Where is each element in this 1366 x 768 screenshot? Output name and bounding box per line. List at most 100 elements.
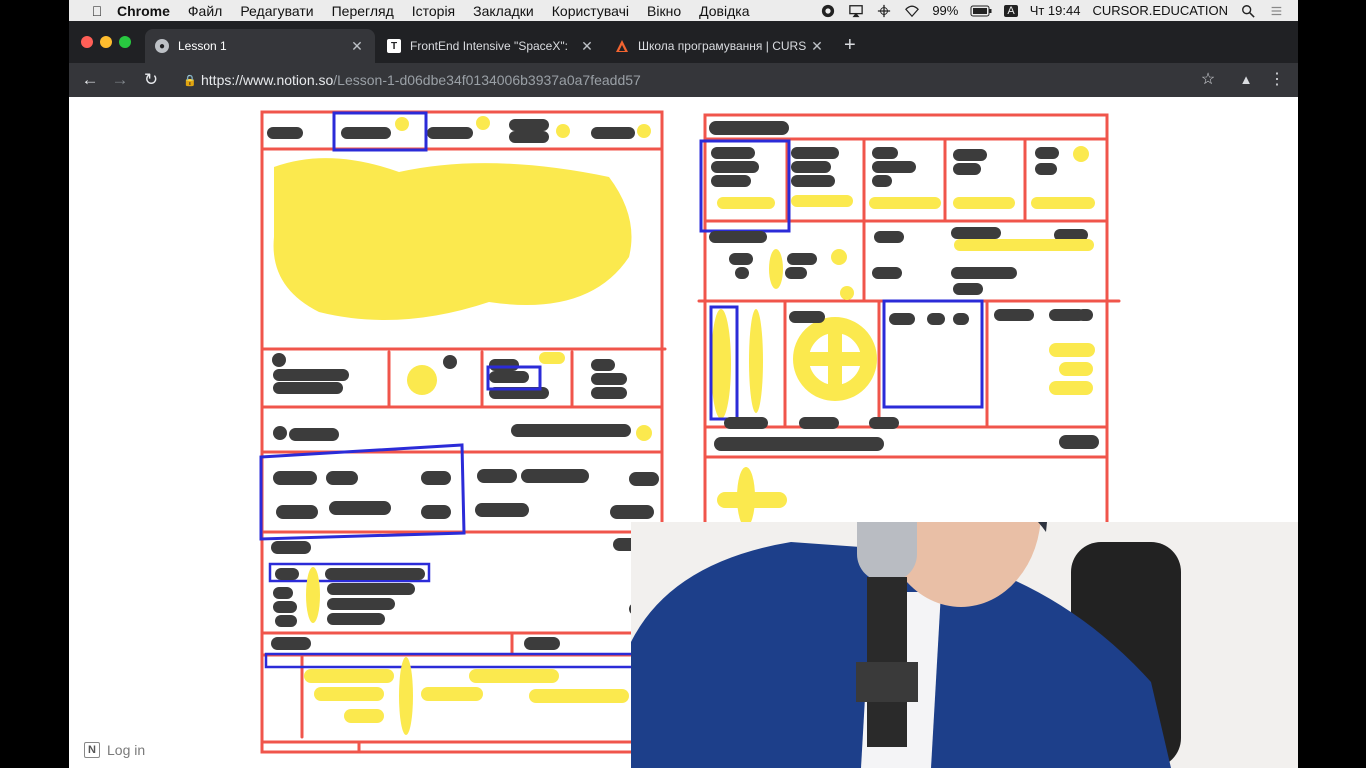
menu-app-name[interactable]: Chrome (117, 3, 170, 19)
notification-center-icon[interactable] (1268, 4, 1284, 18)
sketch-mark (273, 382, 343, 394)
sketch-mark (889, 313, 915, 325)
close-tab-icon[interactable]: ✕ (809, 38, 825, 55)
chrome-menu-icon[interactable]: ⋮ (1266, 69, 1288, 91)
macos-menubar:  Chrome Файл Редагувати Перегляд Історі… (69, 0, 1298, 21)
menubar-user[interactable]: CURSOR.EDUCATION (1092, 3, 1228, 18)
login-label[interactable]: Log in (107, 742, 145, 758)
cursor-logo-icon (616, 40, 628, 52)
menu-history[interactable]: Історія (412, 3, 455, 19)
spotlight-search-icon[interactable] (1240, 4, 1256, 18)
tab-cursor-school[interactable]: Школа програмування | CURS ✕ (605, 29, 835, 63)
sketch-mark (1049, 343, 1095, 357)
sketch-mark (629, 472, 659, 486)
sketch-mark (711, 161, 759, 173)
sketch-mark (327, 583, 415, 595)
tab-lesson-1[interactable]: ● Lesson 1 ✕ (145, 29, 375, 63)
close-tab-icon[interactable]: ✕ (349, 38, 365, 55)
sketch-mark (729, 253, 753, 265)
notion-logo-icon: N (84, 742, 100, 758)
sketch-mark (591, 373, 627, 385)
sketch-mark (524, 637, 560, 650)
sketch-mark (953, 197, 1015, 209)
minimize-window-button[interactable] (100, 36, 112, 48)
menu-window[interactable]: Вікно (647, 3, 681, 19)
address-bar[interactable]: 🔒 https://www.notion.so/Lesson-1-d06dbe3… (175, 67, 1215, 93)
sketch-mark (717, 492, 787, 508)
sketch-dot (272, 353, 286, 367)
wifi-icon[interactable] (904, 4, 920, 18)
sketch-mark (799, 417, 839, 429)
sketch-dot (476, 116, 490, 130)
sketch-mark (711, 147, 755, 159)
tab-title: Lesson 1 (178, 39, 227, 53)
sketch-mark (273, 369, 349, 381)
tab-frontend-intensive[interactable]: T FrontEnd Intensive "SpaceX": ✕ (377, 29, 605, 63)
sketch-mark (489, 359, 519, 371)
sketch-mark (869, 417, 899, 429)
tab-title: FrontEnd Intensive "SpaceX": (410, 39, 568, 53)
sketch-mark (314, 687, 384, 701)
lock-icon[interactable]: 🔒 (183, 74, 201, 87)
bookmark-star-icon[interactable]: ☆ (1197, 69, 1219, 91)
battery-icon[interactable] (970, 4, 992, 18)
tab-title: Школа програмування | CURS (638, 39, 807, 53)
sketch-mark (273, 587, 293, 599)
sketch-mark (874, 231, 904, 243)
new-tab-button[interactable]: + (844, 35, 856, 55)
sketch-mark (591, 127, 635, 139)
sketch-mark (475, 503, 529, 517)
record-icon[interactable] (820, 4, 836, 18)
menu-view[interactable]: Перегляд (332, 3, 394, 19)
menu-edit[interactable]: Редагувати (240, 3, 313, 19)
maximize-window-button[interactable] (119, 36, 131, 48)
close-window-button[interactable] (81, 36, 93, 48)
sketch-mark (304, 669, 394, 683)
sketch-dot (637, 124, 651, 138)
sketch-dot (443, 355, 457, 369)
incognito-profile-icon[interactable]: ▲ (1235, 69, 1257, 91)
sketch-mark (539, 352, 565, 364)
back-arrow-icon[interactable]: ← (79, 69, 101, 91)
apple-icon[interactable]:  (83, 3, 111, 19)
menu-file[interactable]: Файл (188, 3, 222, 19)
sketch-mark (477, 469, 517, 483)
sketch-mark (275, 568, 299, 580)
sketch-mark (791, 147, 839, 159)
sketch-mark (954, 239, 1094, 251)
airplay-icon[interactable] (848, 4, 864, 18)
sketch-mark (529, 689, 629, 703)
crosshair-icon[interactable] (876, 4, 892, 18)
sketch-dot (831, 249, 847, 265)
sketch-mark (327, 598, 395, 610)
sketch-mark (1031, 197, 1095, 209)
sketch-mark (1035, 163, 1057, 175)
menu-bookmarks[interactable]: Закладки (473, 3, 534, 19)
sketch-mark (329, 501, 391, 515)
microphone-mount (856, 662, 918, 702)
menu-users[interactable]: Користувачі (552, 3, 629, 19)
window-controls (81, 36, 131, 48)
forward-arrow-icon[interactable]: → (109, 69, 131, 91)
webcam-overlay (631, 522, 1298, 768)
sketch-mark (787, 253, 817, 265)
sketch-mark (273, 471, 317, 485)
notion-page: N Log in (69, 97, 1298, 768)
sketch-mark (325, 568, 425, 580)
menubar-clock[interactable]: Чт 19:44 (1030, 3, 1081, 18)
url-path: /Lesson-1-d06dbe34f0134006b3937a0a7feadd… (333, 72, 641, 88)
sketch-mark (275, 615, 297, 627)
sketch-mark (872, 267, 902, 279)
input-source-badge[interactable]: A (1004, 4, 1018, 17)
sketch-mark (791, 161, 831, 173)
sketch-mark (717, 197, 775, 209)
sketch-mark (711, 175, 751, 187)
menu-help[interactable]: Довідка (699, 3, 749, 19)
sketch-mark (267, 127, 303, 139)
sketch-mark (951, 267, 1017, 279)
close-tab-icon[interactable]: ✕ (579, 38, 595, 55)
reload-icon[interactable]: ↻ (140, 69, 162, 91)
sketch-mark (709, 231, 767, 243)
notion-login[interactable]: N Log in (84, 742, 145, 758)
sketch-mark (769, 249, 783, 289)
